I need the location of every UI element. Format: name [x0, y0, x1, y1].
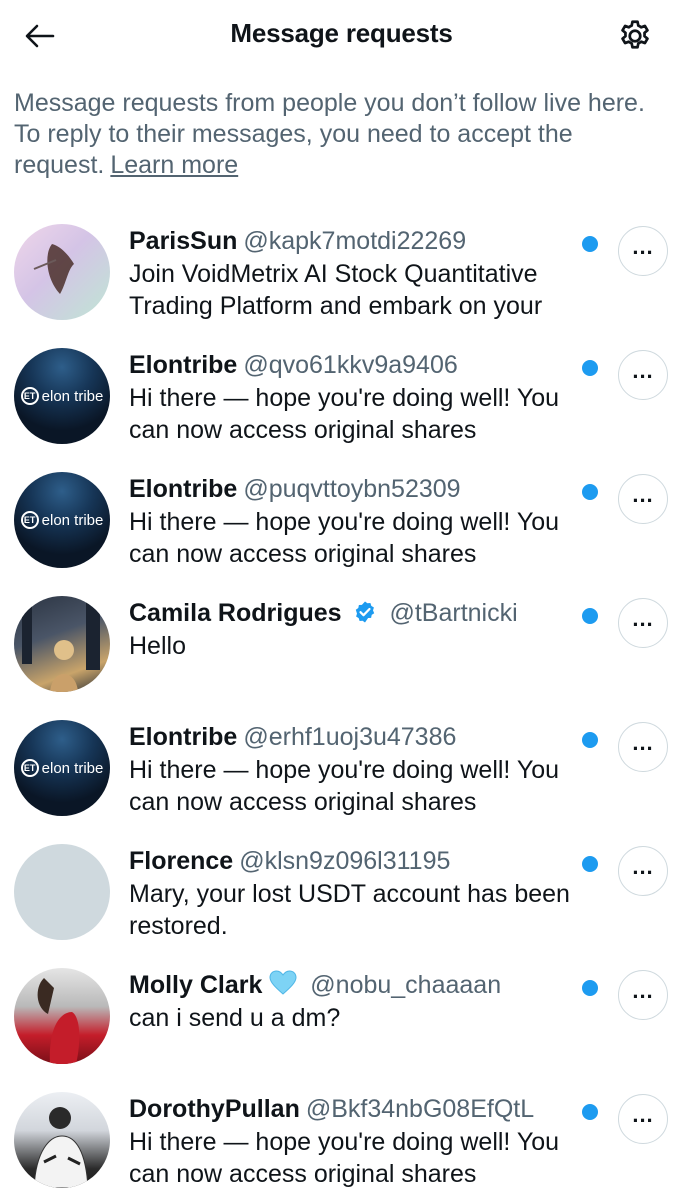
- sender-handle: @qvo61kkv9a9406: [243, 351, 458, 379]
- unread-dot: [582, 484, 598, 500]
- avatar[interactable]: [14, 596, 110, 692]
- avatar-image: [33, 244, 74, 294]
- sender-handle: @nobu_chaaaan: [310, 971, 502, 999]
- more-icon: ...: [632, 606, 654, 631]
- more-options-button[interactable]: ...: [618, 226, 668, 276]
- unread-dot: [582, 236, 598, 252]
- blue-heart-icon: [269, 970, 297, 995]
- more-icon: ...: [632, 1102, 654, 1127]
- elon-tribe-logo: ET elon tribe: [20, 387, 104, 405]
- request-list: ParisSun @kapk7motdi22269 Join VoidMetrix…: [0, 214, 683, 1200]
- request-row[interactable]: DorothyPullan @Bkf34nbG08EfQtL Hi there —…: [0, 1082, 683, 1200]
- info-text: Message requests from people you don’t f…: [14, 88, 674, 181]
- unread-dot: [582, 856, 598, 872]
- message-preview: Hi there — hope you're doing well! You c…: [129, 756, 560, 816]
- message-preview: Mary, your lost USDT account has been re…: [129, 880, 570, 940]
- header: Message requests: [0, 0, 683, 72]
- more-options-button[interactable]: ...: [618, 722, 668, 772]
- message-preview: Hi there — hope you're doing well! You c…: [129, 508, 560, 568]
- avatar[interactable]: [14, 224, 110, 320]
- message-preview: Hi there — hope you're doing well! You c…: [129, 1128, 560, 1188]
- avatar[interactable]: [14, 844, 110, 940]
- avatar-image: [33, 1107, 89, 1188]
- info-description: Message requests from people you don’t f…: [14, 89, 645, 179]
- message-preview: Join VoidMetrix AI Stock Quantitative Tr…: [129, 260, 543, 320]
- logo-circle-icon: ET: [20, 759, 39, 777]
- request-content: Molly Clark @nobu_chaaaan can i send u a…: [129, 970, 589, 1034]
- avatar-text: elon tribe: [41, 387, 104, 405]
- unread-dot: [582, 980, 598, 996]
- more-options-button[interactable]: ...: [618, 1094, 668, 1144]
- learn-more-link[interactable]: Learn more: [110, 151, 238, 179]
- avatar[interactable]: ET elon tribe: [14, 348, 110, 444]
- request-row[interactable]: ParisSun @kapk7motdi22269 Join VoidMetrix…: [0, 214, 683, 338]
- request-content: Camila Rodrigues @tBartnicki Hello: [129, 598, 589, 662]
- request-row[interactable]: Molly Clark @nobu_chaaaan can i send u a…: [0, 958, 683, 1082]
- sender-name: Camila Rodrigues: [129, 599, 342, 627]
- sender-name: Elontribe: [129, 723, 238, 751]
- avatar-text: elon tribe: [41, 759, 104, 777]
- request-row[interactable]: ET elon tribe Elontribe @puqvttoybn52309 …: [0, 462, 683, 586]
- request-content: Elontribe @puqvttoybn52309 Hi there — hop…: [129, 474, 589, 570]
- more-icon: ...: [632, 482, 654, 507]
- unread-dot: [582, 732, 598, 748]
- more-options-button[interactable]: ...: [618, 846, 668, 896]
- sender-handle: @erhf1uoj3u47386: [243, 723, 457, 751]
- unread-dot: [582, 360, 598, 376]
- logo-circle-icon: ET: [20, 511, 39, 529]
- more-icon: ...: [632, 730, 654, 755]
- more-icon: ...: [632, 234, 654, 259]
- more-options-button[interactable]: ...: [618, 350, 668, 400]
- avatar[interactable]: ET elon tribe: [14, 720, 110, 816]
- elon-tribe-logo: ET elon tribe: [20, 511, 104, 529]
- sender-name: Florence: [129, 847, 234, 875]
- sender-handle: @klsn9z096l31195: [239, 847, 451, 875]
- request-row[interactable]: Camila Rodrigues @tBartnicki Hello ...: [0, 586, 683, 710]
- gear-icon: [621, 20, 649, 49]
- unread-dot: [582, 1104, 598, 1120]
- request-content: Elontribe @erhf1uoj3u47386 Hi there — hop…: [129, 722, 589, 818]
- avatar-image: [37, 978, 80, 1064]
- sender-name: Molly Clark: [129, 971, 263, 999]
- sender-name: DorothyPullan: [129, 1095, 300, 1123]
- request-content: Florence @klsn9z096l31195 Mary, your lost…: [129, 846, 589, 942]
- more-icon: ...: [632, 854, 654, 879]
- sender-handle: @puqvttoybn52309: [243, 475, 461, 503]
- request-content: Elontribe @qvo61kkv9a9406 Hi there — hope…: [129, 350, 589, 446]
- more-options-button[interactable]: ...: [618, 970, 668, 1020]
- message-preview: can i send u a dm?: [129, 1004, 341, 1032]
- elon-tribe-logo: ET elon tribe: [20, 759, 104, 777]
- avatar[interactable]: ET elon tribe: [14, 472, 110, 568]
- more-icon: ...: [632, 978, 654, 1003]
- request-row[interactable]: ET elon tribe Elontribe @qvo61kkv9a9406 H…: [0, 338, 683, 462]
- avatar-image: [22, 600, 100, 692]
- sender-handle: @Bkf34nbG08EfQtL: [305, 1095, 535, 1123]
- sender-name: ParisSun: [129, 227, 238, 255]
- message-preview: Hello: [129, 632, 186, 660]
- settings-button[interactable]: [613, 14, 657, 58]
- more-icon: ...: [632, 358, 654, 383]
- sender-name: Elontribe: [129, 351, 238, 379]
- page-title: Message requests: [230, 18, 453, 48]
- logo-circle-icon: ET: [20, 387, 39, 405]
- request-row[interactable]: Florence @klsn9z096l31195 Mary, your lost…: [0, 834, 683, 958]
- avatar[interactable]: [14, 968, 110, 1064]
- request-content: DorothyPullan @Bkf34nbG08EfQtL Hi there —…: [129, 1094, 589, 1190]
- avatar[interactable]: [14, 1092, 110, 1188]
- verified-badge-icon: [355, 601, 374, 623]
- unread-dot: [582, 608, 598, 624]
- more-options-button[interactable]: ...: [618, 598, 668, 648]
- more-options-button[interactable]: ...: [618, 474, 668, 524]
- sender-handle: @kapk7motdi22269: [243, 227, 467, 255]
- request-content: ParisSun @kapk7motdi22269 Join VoidMetrix…: [129, 226, 589, 322]
- avatar-text: elon tribe: [41, 511, 104, 529]
- request-row[interactable]: ET elon tribe Elontribe @erhf1uoj3u47386 …: [0, 710, 683, 834]
- sender-name: Elontribe: [129, 475, 238, 503]
- message-preview: Hi there — hope you're doing well! You c…: [129, 384, 560, 444]
- sender-handle: @tBartnicki: [389, 599, 518, 627]
